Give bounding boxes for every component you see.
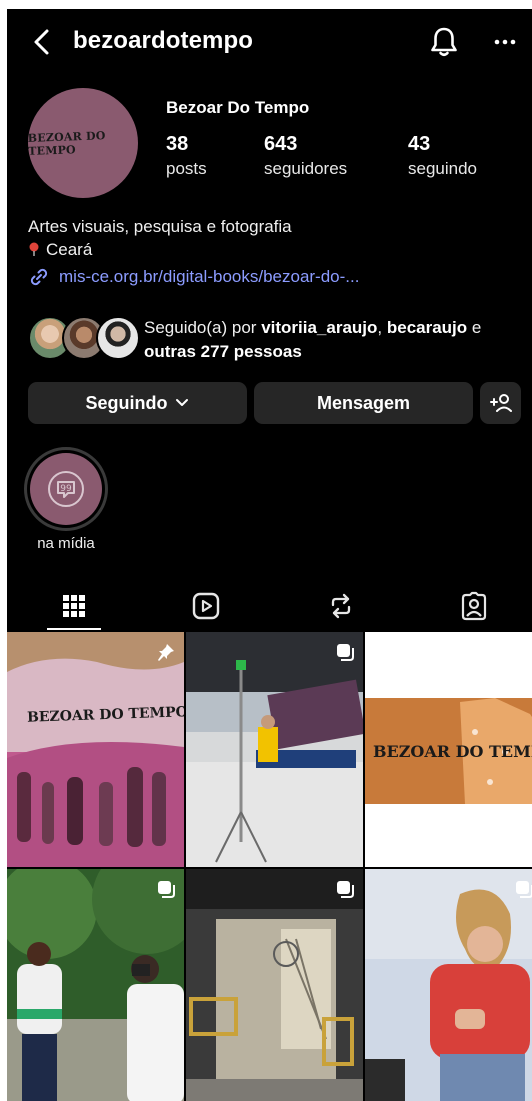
tagged-icon bbox=[461, 591, 486, 621]
post-image bbox=[365, 869, 532, 1101]
top-bar: bezoardotempo bbox=[7, 9, 532, 73]
highlight-cover: 99 bbox=[30, 453, 102, 525]
post-image bbox=[186, 869, 363, 1101]
tab-posts[interactable] bbox=[8, 581, 139, 631]
mutual-user-2: becaraujo bbox=[386, 318, 468, 337]
back-button[interactable] bbox=[29, 27, 55, 57]
mutual-avatar bbox=[96, 316, 140, 360]
notifications-button[interactable] bbox=[428, 25, 460, 59]
post-tile[interactable] bbox=[365, 869, 532, 1101]
stat-followers[interactable]: 643 seguidores bbox=[264, 133, 347, 179]
profile-username: bezoardotempo bbox=[73, 27, 253, 54]
carousel-icon bbox=[158, 881, 175, 898]
profile-link-text: mis-ce.org.br/digital-books/bezoar-do-..… bbox=[59, 267, 360, 286]
post-tile[interactable] bbox=[186, 632, 363, 867]
post-tile[interactable]: BEZOAR DO TEMPO bbox=[365, 632, 532, 867]
post-image bbox=[7, 869, 184, 1101]
followed-by-prefix: Seguido(a) por bbox=[144, 318, 262, 337]
selected-tab-indicator bbox=[47, 628, 101, 630]
stat-following[interactable]: 43 seguindo bbox=[408, 133, 477, 179]
bio-location: Ceará bbox=[46, 240, 93, 259]
stat-followers-value: 643 bbox=[264, 133, 298, 155]
location-pin-icon bbox=[29, 242, 39, 256]
bio-location-row: Ceará bbox=[28, 238, 292, 261]
carousel-icon bbox=[516, 881, 532, 898]
post-tile[interactable] bbox=[7, 869, 184, 1101]
following-button-label: Seguindo bbox=[85, 392, 168, 413]
followed-by[interactable]: Seguido(a) por vitoriia_araujo, becarauj… bbox=[28, 314, 528, 366]
highlight-label: na mídia bbox=[37, 535, 95, 552]
mutual-followers-avatars bbox=[28, 316, 140, 360]
followed-by-conj: e bbox=[467, 318, 482, 337]
carousel-icon bbox=[337, 644, 354, 661]
tab-reposts[interactable] bbox=[275, 581, 406, 631]
story-highlight[interactable]: 99 bbox=[24, 447, 108, 531]
more-options-button[interactable] bbox=[491, 29, 521, 53]
pinned-icon bbox=[158, 644, 174, 661]
chevron-left-icon bbox=[34, 29, 49, 55]
profile-avatar[interactable]: BEZOAR DO TEMPO bbox=[28, 88, 138, 198]
post-image bbox=[186, 632, 363, 867]
stat-posts-label: posts bbox=[166, 159, 207, 178]
stat-followers-label: seguidores bbox=[264, 159, 348, 178]
avatar-logo-text: BEZOAR DO TEMPO bbox=[27, 129, 106, 158]
post-image bbox=[7, 632, 184, 867]
carousel-icon bbox=[516, 644, 532, 661]
suggest-people-button[interactable] bbox=[480, 382, 521, 424]
bio: Artes visuais, pesquisa e fotografia Cea… bbox=[28, 215, 292, 261]
mutual-user-1: vitoriia_araujo bbox=[261, 318, 378, 337]
bio-line: Artes visuais, pesquisa e fotografia bbox=[28, 217, 292, 236]
stat-following-value: 43 bbox=[408, 133, 431, 155]
bell-icon bbox=[431, 27, 457, 57]
post-tile[interactable] bbox=[186, 869, 363, 1101]
chevron-down-icon bbox=[175, 399, 188, 406]
post-tile[interactable]: BEZOAR DO TEMPO bbox=[7, 632, 184, 867]
link-icon bbox=[30, 268, 48, 286]
message-button[interactable]: Mensagem bbox=[254, 382, 473, 424]
carousel-icon bbox=[337, 881, 354, 898]
message-button-label: Mensagem bbox=[316, 392, 411, 413]
posts-grid: BEZOAR DO TEMPO BEZOAR DO TEM bbox=[7, 632, 532, 1101]
tab-tagged[interactable] bbox=[408, 581, 532, 631]
reposts-icon bbox=[331, 593, 350, 619]
profile-screen: bezoardotempo BEZOAR DO TEMPO Bezoar Do … bbox=[7, 9, 532, 1101]
display-name: Bezoar Do Tempo bbox=[166, 98, 310, 117]
quote-bubble-icon: 99 bbox=[48, 471, 84, 507]
reels-icon bbox=[192, 592, 219, 620]
followed-by-sep: , bbox=[377, 318, 387, 337]
tab-reels[interactable] bbox=[140, 581, 271, 631]
post-overlay-title: BEZOAR DO TEMPO bbox=[373, 742, 532, 761]
following-button[interactable]: Seguindo bbox=[28, 382, 247, 424]
profile-link[interactable]: mis-ce.org.br/digital-books/bezoar-do-..… bbox=[28, 266, 359, 288]
stat-posts[interactable]: 38 posts bbox=[166, 133, 207, 179]
stat-following-label: seguindo bbox=[408, 159, 478, 178]
grid-icon bbox=[62, 595, 85, 617]
mutual-others: outras 277 pessoas bbox=[144, 342, 302, 361]
profile-tabs bbox=[7, 581, 532, 631]
add-person-icon bbox=[489, 394, 512, 412]
stat-posts-value: 38 bbox=[166, 133, 189, 155]
svg-text:99: 99 bbox=[60, 484, 72, 494]
followed-by-text: Seguido(a) por vitoriia_araujo, becarauj… bbox=[144, 316, 524, 364]
more-horizontal-icon bbox=[494, 39, 516, 45]
